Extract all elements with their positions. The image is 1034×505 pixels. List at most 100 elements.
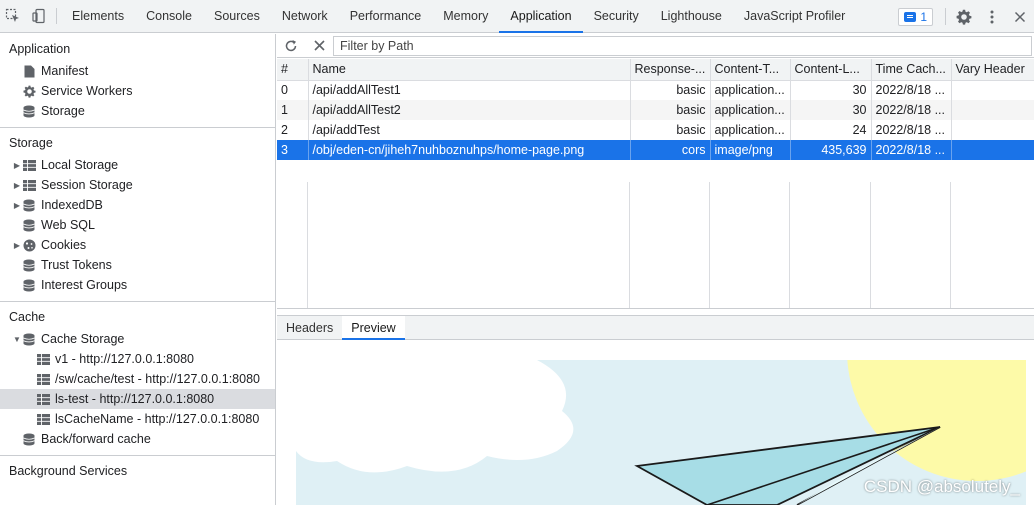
table-row[interactable]: 2/api/addTest basic application... 24 2022/8… [277,120,1034,140]
column-header[interactable]: Content-T... [710,59,791,81]
tab-console[interactable]: Console [135,0,203,32]
sidebar-item-label: Cookies [41,238,87,252]
sidebar-item-manifest[interactable]: Manifest [0,61,275,81]
expand-arrow-icon[interactable]: ▶ [12,201,22,210]
tab-lighthouse[interactable]: Lighthouse [650,0,733,32]
tab-sources[interactable]: Sources [203,0,271,32]
sidebar-item-indexeddb[interactable]: ▶ IndexedDB [0,195,275,215]
tab-security[interactable]: Security [583,0,650,32]
close-devtools-icon[interactable] [1006,0,1034,33]
detail-tabs: Headers Preview [277,315,1034,340]
table-cell-time: 2022/8/18 ... [871,80,952,100]
table-cell-response: basic [630,80,711,100]
database-icon [22,198,36,212]
sidebar-item-interest-groups[interactable]: Interest Groups [0,275,275,295]
tab-memory[interactable]: Memory [432,0,499,32]
collapse-arrow-icon[interactable]: ▼ [12,335,22,344]
sidebar-item-label: Manifest [41,64,89,78]
table-cell-time: 2022/8/18 ... [871,100,952,120]
tab-preview[interactable]: Preview [342,316,406,340]
table-cell-vary [951,120,1034,140]
document-icon [22,64,36,78]
sidebar-item-cache-v1[interactable]: v1 - http://127.0.0.1:8080 [0,349,275,369]
issues-badge[interactable]: 1 [898,7,933,26]
sidebar-item-trust-tokens[interactable]: Trust Tokens [0,255,275,275]
expand-arrow-icon[interactable]: ▶ [12,181,22,190]
device-toolbar-icon[interactable] [26,0,52,32]
sidebar-item-label: Local Storage [41,158,119,172]
cache-section: Cache ▼ Cache Storage v1 - http://127.0.… [0,302,275,456]
database-icon [22,278,36,292]
cache-toolbar: Filter by Path [277,34,1034,58]
expand-arrow-icon[interactable]: ▶ [12,241,22,250]
toolbar-divider [945,8,946,25]
more-options-icon[interactable] [978,0,1006,33]
inspect-element-icon[interactable] [0,0,26,32]
sidebar-item-label: v1 - http://127.0.0.1:8080 [55,352,194,366]
tab-performance[interactable]: Performance [339,0,433,32]
tab-application[interactable]: Application [499,0,583,33]
table-cell-ctype: image/png [710,140,791,160]
table-cell-idx: 1 [277,100,309,120]
section-title-cache: Cache [9,310,46,324]
sidebar-item-storage[interactable]: Storage [0,101,275,121]
column-header[interactable]: Vary Header [951,59,1034,81]
tab-elements[interactable]: Elements [61,0,135,32]
sidebar-item-label: IndexedDB [41,198,103,212]
sidebar-item-service-workers[interactable]: Service Workers [0,81,275,101]
delete-entry-icon[interactable] [305,34,333,58]
sidebar-item-web-sql[interactable]: Web SQL [0,215,275,235]
table-cell-response: basic [630,120,711,140]
table-cell-vary [951,80,1034,100]
cookie-icon [22,238,36,252]
tab-headers[interactable]: Headers [277,316,342,339]
database-icon [22,432,36,446]
table-row[interactable]: 3/obj/eden-cn/jiheh7nuhboznuhps/home-pag… [277,140,1034,160]
column-header[interactable]: Name [308,59,631,81]
issues-count: 1 [920,9,927,24]
database-icon [22,218,36,232]
column-header[interactable]: Content-L... [790,59,872,81]
sidebar-item-cache-sw-test[interactable]: /sw/cache/test - http://127.0.0.1:8080 [0,369,275,389]
filter-by-path-input[interactable]: Filter by Path [333,35,1032,56]
sidebar-item-bfcache[interactable]: Back/forward cache [0,429,275,449]
table-cell-response: basic [630,100,711,120]
sidebar-item-label: Trust Tokens [41,258,112,272]
tab-network[interactable]: Network [271,0,339,32]
sidebar-item-label: Interest Groups [41,278,128,292]
sidebar-item-label: Back/forward cache [41,432,151,446]
application-sidebar: Application Manifest Service Workers Sto… [0,34,276,505]
sidebar-item-cache-lscachename[interactable]: lsCacheName - http://127.0.0.1:8080 [0,409,275,429]
table-row[interactable]: 0/api/addAllTest1 basic application... 30 20… [277,80,1034,100]
storage-section: Storage ▶ Local Storage ▶ Session Storag… [0,128,275,302]
settings-gear-icon[interactable] [950,0,978,33]
table-cell-name: /api/addTest [308,120,631,140]
table-row[interactable]: 1/api/addAllTest2 basic application... 30 20… [277,100,1034,120]
sidebar-item-session-storage[interactable]: ▶ Session Storage [0,175,275,195]
sidebar-item-cache-ls-test[interactable]: ls-test - http://127.0.0.1:8080 [0,389,275,409]
sidebar-item-label: Cache Storage [41,332,125,346]
sidebar-item-label: ls-test - http://127.0.0.1:8080 [55,392,215,406]
table-header-row: # Name Response-... Content-T... Content-L..… [277,59,1034,81]
table-grid-icon [36,392,50,406]
table-cell-idx: 0 [277,80,309,100]
table-cell-time: 2022/8/18 ... [871,140,952,160]
table-cell-ctype: application... [710,120,791,140]
devtools-tabbar: Elements Console Sources Network Performance… [0,0,1034,33]
table-cell-name: /obj/eden-cn/jiheh7nuhboznuhps/home-page… [308,140,631,160]
tab-javascript-profiler[interactable]: JavaScript Profiler [733,0,856,32]
grid-empty-area [277,182,1034,308]
column-header[interactable]: Response-... [630,59,711,81]
sidebar-item-cookies[interactable]: ▶ Cookies [0,235,275,255]
refresh-icon[interactable] [277,34,305,58]
column-divider [308,182,630,308]
expand-arrow-icon[interactable]: ▶ [12,161,22,170]
column-divider [790,182,871,308]
table-grid-icon [22,178,36,192]
sidebar-item-cache-storage[interactable]: ▼ Cache Storage [0,329,275,349]
table-cell-idx: 2 [277,120,309,140]
table-grid-icon [36,352,50,366]
sidebar-item-local-storage[interactable]: ▶ Local Storage [0,155,275,175]
column-header[interactable]: # [277,59,309,81]
column-header[interactable]: Time Cach... [871,59,952,81]
